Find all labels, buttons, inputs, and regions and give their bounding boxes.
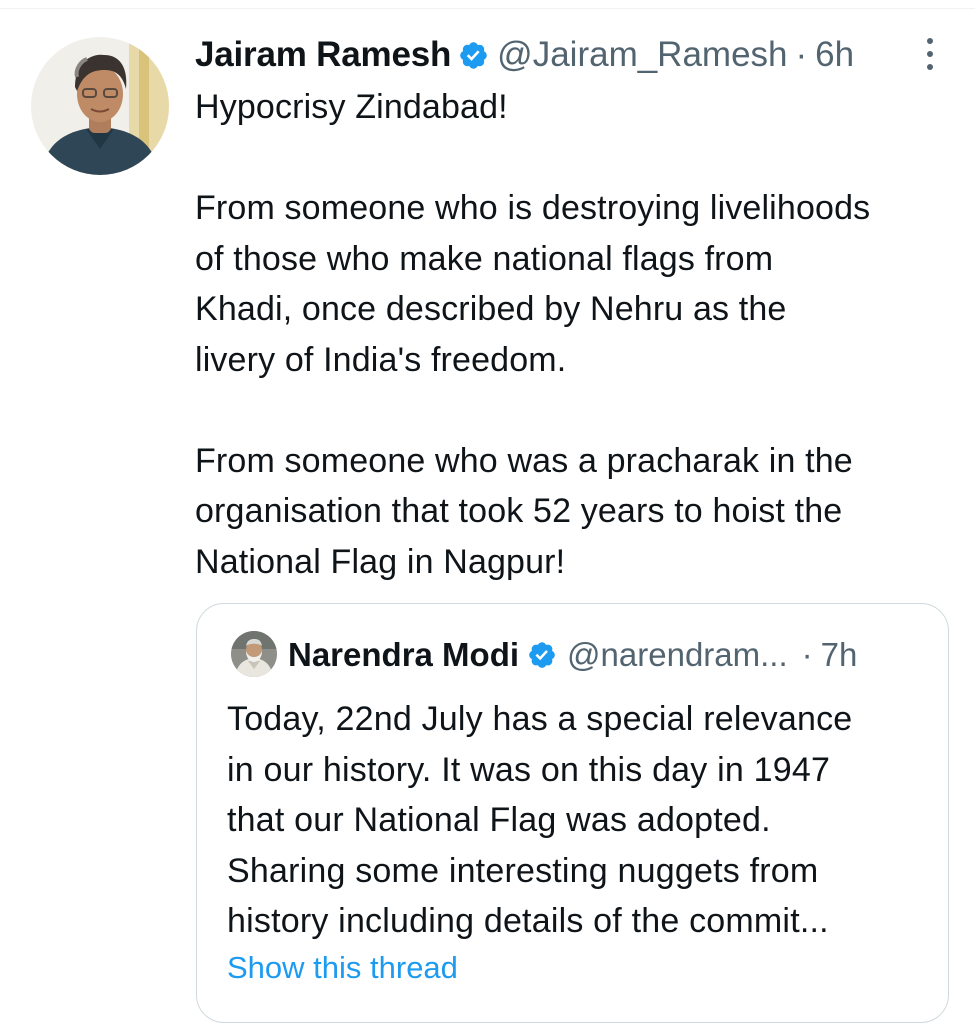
separator-dot: ·	[801, 636, 813, 673]
quoted-author-name[interactable]: Narendra Modi	[288, 636, 519, 674]
more-options-icon[interactable]	[918, 34, 942, 74]
author-name[interactable]: Jairam Ramesh	[195, 35, 451, 75]
tweet-text: Hypocrisy Zindabad! From someone who is …	[195, 82, 965, 587]
author-handle[interactable]: @Jairam_Ramesh	[497, 35, 787, 75]
verified-badge-icon	[458, 40, 489, 71]
quoted-tweet-timestamp[interactable]: 7h	[821, 636, 858, 674]
profile-photo-icon	[31, 37, 169, 175]
tweet-paragraph: From someone who is destroying livelihoo…	[195, 189, 871, 379]
tweet[interactable]: Jairam Ramesh @Jairam_Ramesh · 6h Hypocr…	[0, 0, 975, 1023]
quoted-profile-photo-icon	[231, 631, 277, 677]
quoted-tweet-header: Narendra Modi @narendram... · 7h	[288, 632, 857, 678]
quoted-author-handle[interactable]: @narendram...	[567, 636, 788, 674]
quoted-tweet-text: Today, 22nd July has a special relevance…	[227, 700, 853, 940]
tweet-paragraph: From someone who was a pracharak in the …	[195, 441, 853, 581]
author-avatar[interactable]	[31, 37, 169, 175]
tweet-timestamp[interactable]: 6h	[815, 35, 854, 75]
tweet-header: Jairam Ramesh @Jairam_Ramesh · 6h	[195, 30, 854, 80]
tweet-paragraph: Hypocrisy Zindabad!	[195, 88, 508, 126]
verified-badge-icon	[527, 640, 557, 670]
separator-dot: ·	[795, 35, 808, 74]
show-thread-link[interactable]: Show this thread	[227, 950, 458, 986]
quoted-tweet-card[interactable]: Narendra Modi @narendram... · 7h Today, …	[196, 603, 949, 1023]
quoted-author-avatar	[231, 631, 277, 677]
